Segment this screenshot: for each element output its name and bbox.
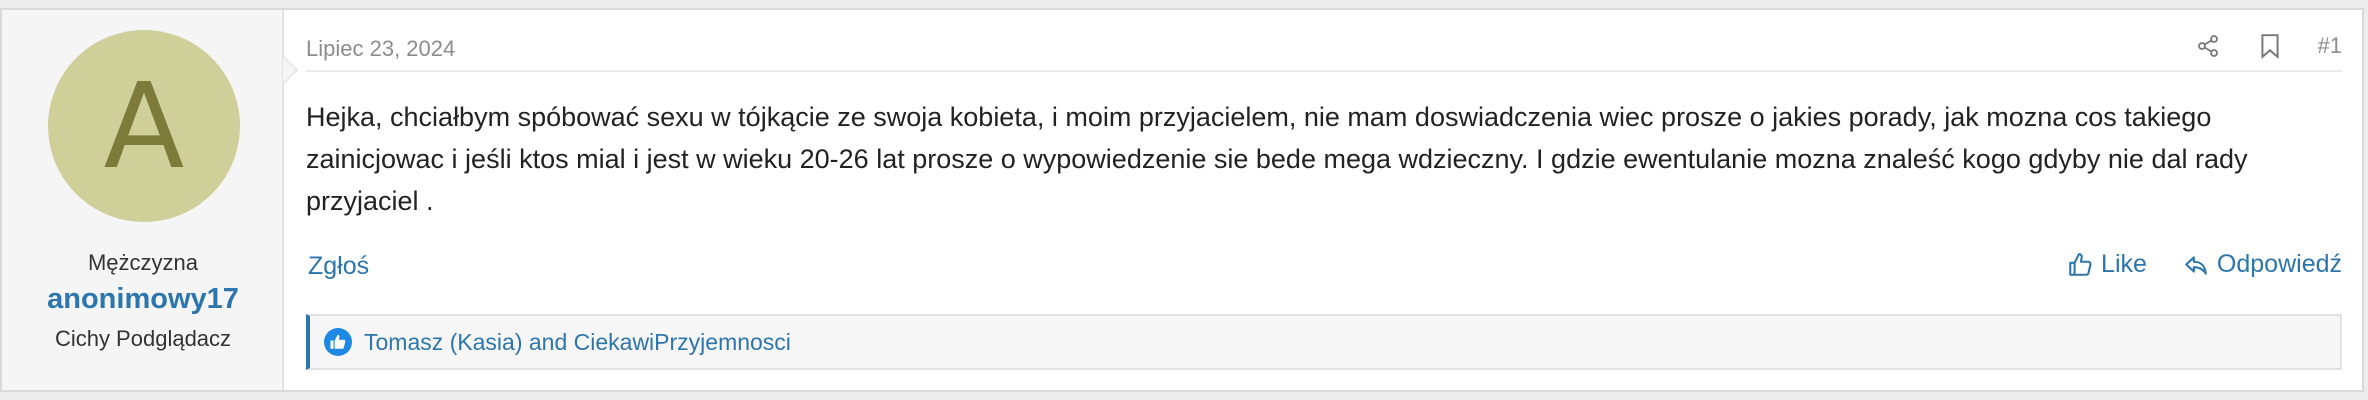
user-rank: Cichy Podglądacz (54, 326, 232, 351)
post-header-actions: #1 (2194, 32, 2342, 60)
avatar[interactable]: A (48, 30, 240, 222)
bookmark-icon[interactable] (2256, 32, 2284, 60)
avatar-letter: A (103, 57, 185, 195)
reactions-bar[interactable]: Tomasz (Kasia) and CiekawiPrzyjemnosci (306, 314, 2342, 370)
like-label: Like (2101, 250, 2147, 278)
post-message: Hejka, chciałbym spóbować sexu w tójkąci… (306, 102, 2248, 216)
username-link[interactable]: anonimowy17 (2, 283, 284, 316)
user-pane: A Mężczyzna anonimowy17 Cichy Podglądacz (2, 10, 284, 390)
reply-label: Odpowiedź (2216, 250, 2342, 278)
reply-icon (2183, 252, 2209, 278)
post-number[interactable]: #1 (2318, 33, 2342, 59)
reaction-users[interactable]: Tomasz (Kasia) and CiekawiPrzyjemnosci (364, 329, 791, 356)
header-divider (306, 70, 2342, 72)
post-actions: Like Odpowiedź (2067, 250, 2342, 279)
post-date[interactable]: Lipiec 23, 2024 (306, 36, 455, 62)
like-button[interactable]: Like (2067, 250, 2147, 279)
post-main: Lipiec 23, 2024 #1 Hejka, chciałbym spób… (284, 10, 2362, 390)
forum-post: A Mężczyzna anonimowy17 Cichy Podglądacz… (0, 8, 2364, 392)
thumbs-up-icon (2067, 252, 2093, 278)
reply-button[interactable]: Odpowiedź (2183, 250, 2342, 279)
share-icon[interactable] (2194, 32, 2222, 60)
like-reaction-icon (324, 328, 352, 356)
user-title: Mężczyzna (87, 250, 199, 275)
report-link[interactable]: Zgłoś (308, 252, 369, 281)
